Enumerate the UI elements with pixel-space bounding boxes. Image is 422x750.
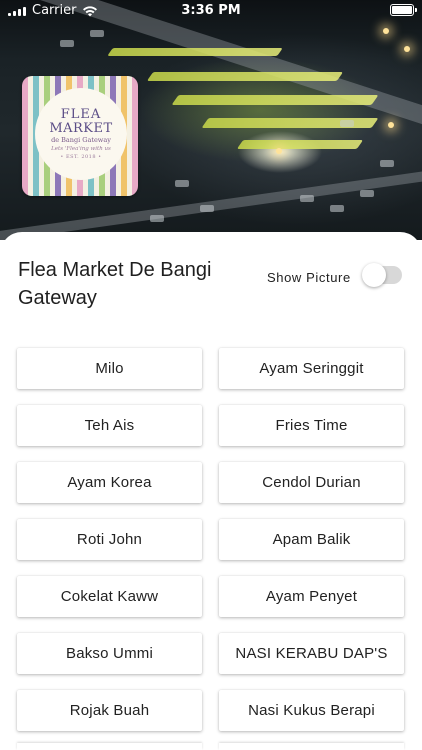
logo-text-flea: FLEA <box>60 106 102 122</box>
page-title: Flea Market De Bangi Gateway <box>18 259 212 309</box>
stall-button[interactable]: Bakso Ummi <box>17 633 202 674</box>
logo-text-market: MARKET <box>49 120 113 136</box>
stall-button[interactable]: Roti John <box>17 519 202 560</box>
stall-button[interactable]: Apam Balik <box>219 519 404 560</box>
stall-button[interactable]: Milo <box>17 348 202 389</box>
logo-text-location: de Bangi Gateway <box>51 135 111 144</box>
stall-button[interactable]: Nasi Kukus Berapi <box>219 690 404 731</box>
stall-button[interactable]: Rojak Buah <box>17 690 202 731</box>
status-bar: Carrier 3:36 PM <box>0 0 422 22</box>
stall-button[interactable]: Fries Time <box>219 405 404 446</box>
show-picture-label: Show Picture <box>267 270 351 285</box>
stall-button[interactable]: Cendol Durian <box>219 462 404 503</box>
stall-button[interactable]: Ayam Seringgit <box>219 348 404 389</box>
stall-button[interactable]: NASI KERABU DAP'S <box>219 633 404 674</box>
content-sheet: Flea Market De Bangi Gateway Show Pictur… <box>0 232 422 750</box>
show-picture-toggle[interactable] <box>362 263 402 287</box>
stall-button[interactable]: Ayam Penyet <box>219 576 404 617</box>
market-logo: FLEA MARKET de Bangi Gateway Lets 'Flea'… <box>22 76 138 196</box>
toggle-knob[interactable] <box>362 263 386 287</box>
logo-tagline: Lets 'Flea'ing with us <box>51 145 111 152</box>
battery-icon <box>390 4 417 16</box>
stall-button[interactable]: Teh Ais <box>17 405 202 446</box>
stall-button[interactable]: Ayam Korea <box>17 462 202 503</box>
stall-grid: Milo Ayam Seringgit Teh Ais Fries Time Ayam … <box>17 348 405 731</box>
status-time: 3:36 PM <box>181 3 241 18</box>
next-row-peek <box>17 743 405 750</box>
logo-badge: FLEA MARKET de Bangi Gateway Lets 'Flea'… <box>35 88 127 180</box>
status-right <box>390 4 417 16</box>
stall-button[interactable]: Cokelat Kaww <box>17 576 202 617</box>
logo-established: • EST. 2018 • <box>60 153 102 160</box>
